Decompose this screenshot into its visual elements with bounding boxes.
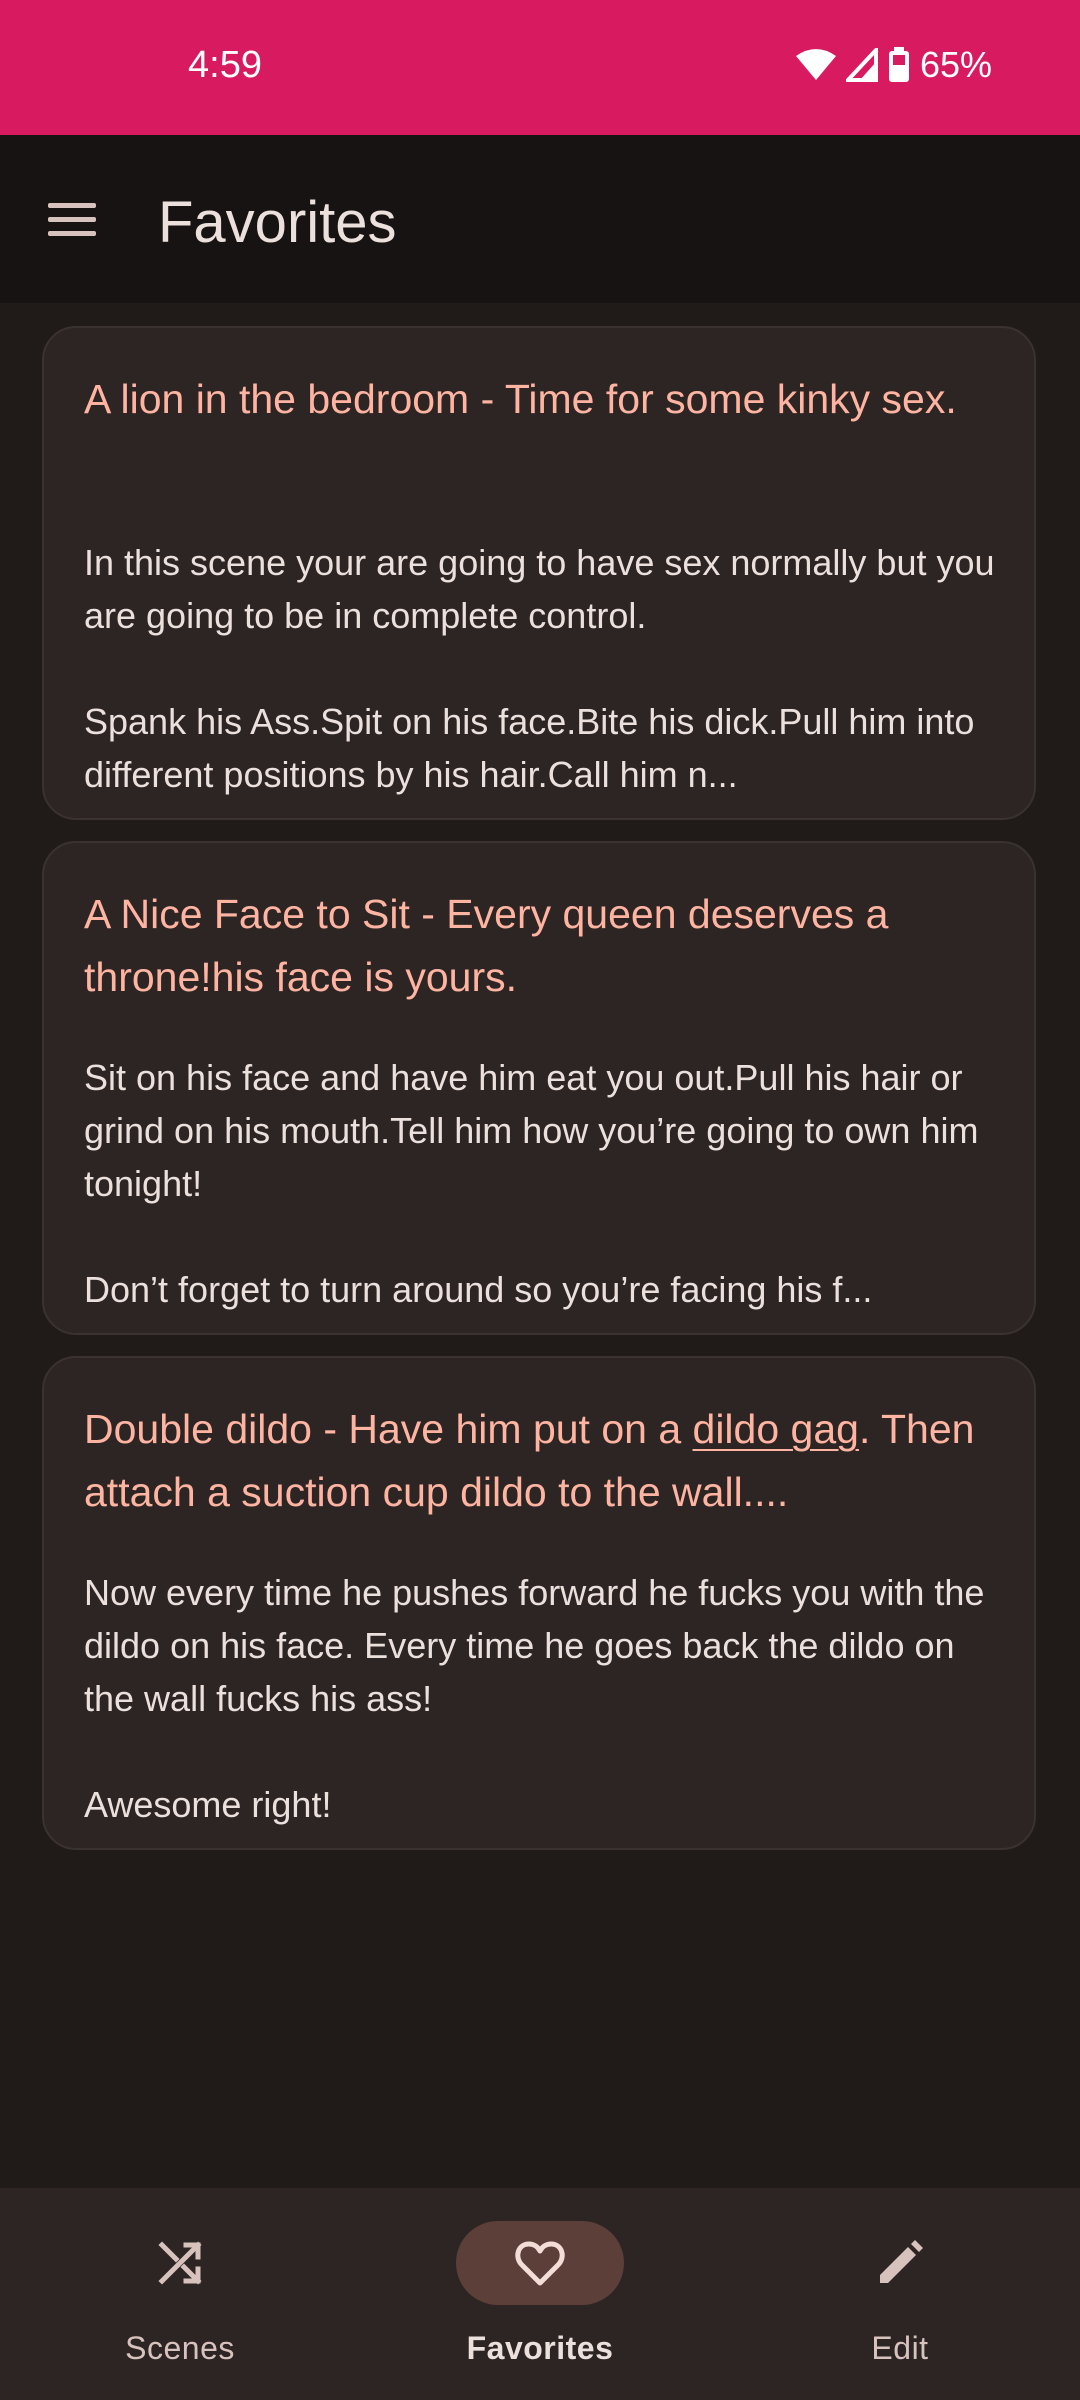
nav-label: Favorites (466, 2330, 614, 2366)
page-title: Favorites (158, 190, 397, 255)
bottom-navigation: Scenes Favorites Edit (0, 2188, 1080, 2400)
heart-icon (512, 2235, 568, 2291)
card-body-paragraph: Sit on his face and have him eat you out… (84, 1057, 979, 1204)
card-title: A Nice Face to Sit - Every queen deserve… (84, 891, 889, 1000)
favorite-card[interactable]: A lion in the bedroom - Time for some ki… (42, 326, 1036, 820)
favorite-card[interactable]: Double dildo - Have him put on a dildo g… (42, 1356, 1036, 1850)
card-body: Now every time he pushes forward he fuck… (84, 1566, 998, 1831)
nav-label: Edit (871, 2330, 929, 2366)
status-time: 4:59 (188, 44, 262, 86)
card-body-paragraph: Now every time he pushes forward he fuck… (84, 1572, 985, 1719)
favorite-card[interactable]: A Nice Face to Sit - Every queen deserve… (42, 841, 1036, 1335)
dildo-gag-link[interactable]: dildo gag (693, 1406, 859, 1452)
shuffle-icon (152, 2235, 208, 2291)
menu-icon[interactable] (44, 191, 100, 247)
status-bar: 4:59 65% (0, 0, 1080, 135)
battery-percent: 65% (919, 44, 992, 85)
favorites-list: A lion in the bedroom - Time for some ki… (0, 303, 1080, 2188)
card-body: In this scene your are going to have sex… (84, 536, 998, 801)
card-body-paragraph: Don’t forget to turn around so you’re fa… (84, 1269, 873, 1310)
wifi-icon (795, 48, 836, 82)
nav-label: Scenes (125, 2330, 235, 2366)
pencil-icon (872, 2235, 928, 2291)
battery-icon (888, 47, 910, 83)
status-icons: 65% (795, 44, 992, 86)
nav-item-favorites[interactable]: Favorites (360, 2188, 720, 2400)
signal-icon (845, 48, 878, 82)
top-app-bar: Favorites (0, 135, 1080, 303)
nav-item-edit[interactable]: Edit (720, 2188, 1080, 2400)
card-title: Double dildo - Have him put on a dildo g… (84, 1406, 975, 1515)
card-body: Sit on his face and have him eat you out… (84, 1051, 998, 1316)
nav-item-scenes[interactable]: Scenes (0, 2188, 360, 2400)
card-body-paragraph: In this scene your are going to have sex… (84, 542, 995, 636)
card-body-paragraph: Awesome right! (84, 1784, 332, 1825)
card-title: A lion in the bedroom - Time for some ki… (84, 376, 957, 422)
card-body-paragraph: Spank his Ass.Spit on his face.Bite his … (84, 701, 975, 795)
